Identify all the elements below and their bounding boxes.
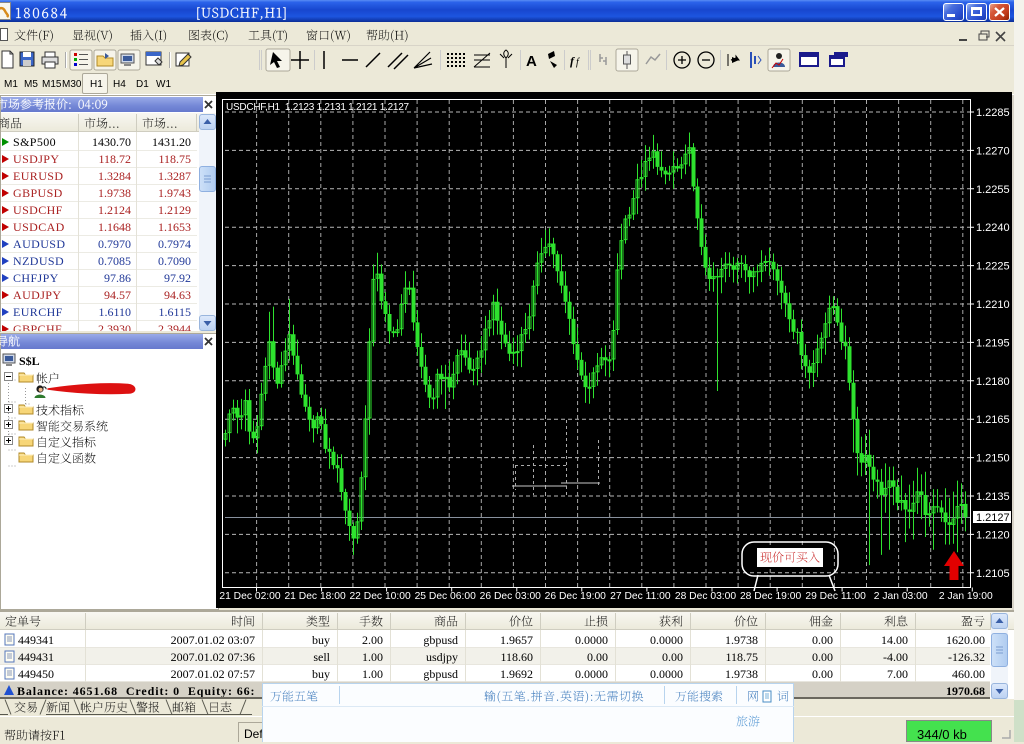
svg-text:27 Dec 11:00: 27 Dec 11:00: [610, 591, 671, 602]
svg-text:1.2285: 1.2285: [976, 107, 1010, 119]
svg-text:26 Dec 03:00: 26 Dec 03:00: [480, 591, 542, 602]
svg-text:1.2255: 1.2255: [976, 184, 1010, 196]
svg-text:1.2180: 1.2180: [976, 376, 1010, 388]
svg-text:1.2165: 1.2165: [976, 414, 1010, 426]
svg-text:28 Dec 03:00: 28 Dec 03:00: [675, 591, 737, 602]
svg-text:f: f: [570, 54, 575, 68]
svg-text:f: f: [576, 57, 580, 68]
svg-text:26 Dec 19:00: 26 Dec 19:00: [545, 591, 607, 602]
svg-text:1.2195: 1.2195: [976, 337, 1010, 349]
svg-text:1.2127: 1.2127: [976, 512, 1010, 524]
svg-text:2 Jan 03:00: 2 Jan 03:00: [874, 591, 928, 602]
svg-text:1.2135: 1.2135: [976, 491, 1010, 503]
svg-text:1.2105: 1.2105: [976, 568, 1010, 580]
svg-text:1.2150: 1.2150: [976, 453, 1010, 465]
svg-text:1.2210: 1.2210: [976, 299, 1010, 311]
svg-text:1.2225: 1.2225: [976, 261, 1010, 273]
svg-text:21 Dec 02:00: 21 Dec 02:00: [219, 591, 281, 602]
svg-text:2 Jan 19:00: 2 Jan 19:00: [939, 591, 993, 602]
svg-text:21 Dec 18:00: 21 Dec 18:00: [284, 591, 346, 602]
svg-text:29 Dec 11:00: 29 Dec 11:00: [805, 591, 866, 602]
svg-text:USDCHF,H1 1.2123 1.2131 1.212: USDCHF,H1 1.2123 1.2131 1.2121 1.2127: [226, 102, 410, 113]
svg-text:1.2240: 1.2240: [976, 222, 1010, 234]
svg-text:22 Dec 10:00: 22 Dec 10:00: [349, 591, 411, 602]
svg-text:A: A: [526, 53, 537, 70]
svg-text:25 Dec 06:00: 25 Dec 06:00: [415, 591, 477, 602]
svg-text:28 Dec 19:00: 28 Dec 19:00: [740, 591, 802, 602]
svg-text:1.2120: 1.2120: [976, 529, 1010, 541]
svg-text:1.2270: 1.2270: [976, 145, 1010, 157]
